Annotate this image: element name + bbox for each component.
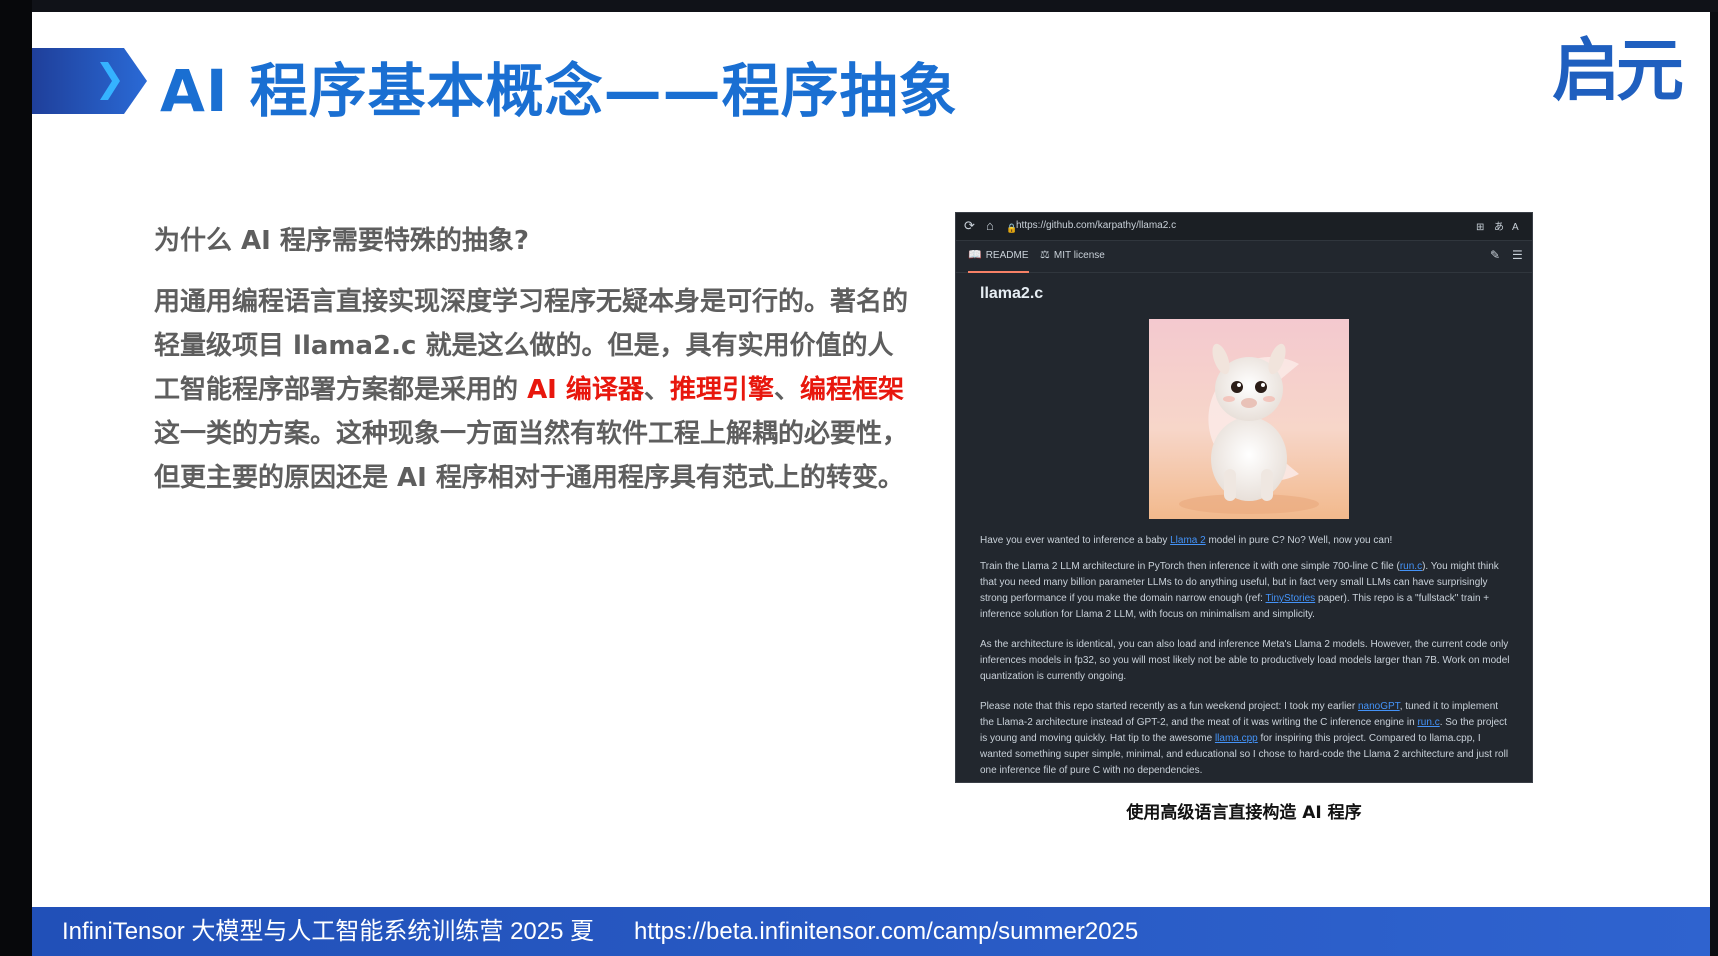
scale-icon: ⚖ (1040, 249, 1050, 261)
logo-text: 启元 (1552, 32, 1684, 111)
tab-readme-label: README (985, 250, 1029, 261)
link-nanogpt[interactable]: nanoGPT (1358, 701, 1400, 712)
tab-mit-license[interactable]: ⚖ MIT license (1040, 240, 1105, 271)
browser-address-bar: ⟳ ⌂ 🔒 https://github.com/karpathy/llama2… (956, 213, 1532, 241)
separator: 、 (773, 375, 800, 405)
footer-bar: InfiniTensor 大模型与人工智能系统训练营 2025 夏 https:… (32, 907, 1710, 956)
logo: 启元 (1552, 32, 1692, 112)
text: Train the Llama 2 LLM architecture in Py… (980, 561, 1400, 572)
top-edge-bar (0, 0, 1718, 12)
readme-paragraph-2: Train the Llama 2 LLM architecture in Py… (980, 559, 1512, 623)
slide-title: AI 程序基本概念——程序抽象 (160, 57, 958, 125)
link-llama-cpp[interactable]: llama.cpp (1215, 733, 1258, 744)
readme-paragraph-3: As the architecture is identical, you ca… (980, 639, 1510, 682)
readme-title: llama2.c (980, 285, 1044, 302)
separator: 、 (643, 375, 670, 405)
book-icon: 📖 (968, 249, 982, 261)
body-paragraph: 用通用编程语言直接实现深度学习程序无疑本身是可行的。著名的轻量级项目 llama… (154, 280, 914, 500)
body-text-part: 这一类的方案。这种现象一方面当然有软件工程上解耦的必要性，但更主要的原因还是 A… (154, 419, 909, 493)
outline-list-icon[interactable]: ☰ (1512, 240, 1523, 271)
reload-icon[interactable]: ⟳ (964, 218, 975, 234)
left-edge-bar (0, 0, 32, 956)
readme-tabs: 📖 README ⚖ MIT license ✎ ☰ (956, 240, 1532, 273)
highlight-programming-framework: 编程框架 (799, 375, 904, 405)
highlight-ai-compiler: AI 编译器 (527, 375, 644, 405)
translate-icon[interactable]: あ (1494, 220, 1504, 236)
tab-readme[interactable]: 📖 README (968, 240, 1029, 273)
highlight-inference-engine: 推理引擎 (669, 375, 774, 405)
edit-icon[interactable]: ✎ (1490, 240, 1500, 271)
tab-license-label: MIT license (1053, 250, 1105, 261)
read-aloud-icon[interactable]: A (1512, 220, 1519, 236)
text: model in pure C? No? Well, now you can! (1205, 535, 1393, 546)
footer-event-name: InfiniTensor 大模型与人工智能系统训练营 2025 夏 (62, 918, 595, 945)
link-run-c[interactable]: run.c (1400, 561, 1422, 572)
figure-caption: 使用高级语言直接构造 AI 程序 (1126, 803, 1362, 823)
question-heading: 为什么 AI 程序需要特殊的抽象? (154, 226, 529, 256)
url-field[interactable]: https://github.com/karpathy/llama2.c (1016, 217, 1476, 235)
footer-url: https://beta.infinitensor.com/camp/summe… (634, 918, 1139, 945)
github-screenshot: ⟳ ⌂ 🔒 https://github.com/karpathy/llama2… (955, 212, 1533, 783)
text: Please note that this repo started recen… (980, 701, 1358, 712)
home-icon[interactable]: ⌂ (986, 218, 994, 234)
link-tinystories[interactable]: TinyStories (1266, 593, 1316, 604)
text: Have you ever wanted to inference a baby (980, 535, 1171, 546)
link-llama2[interactable]: Llama 2 (1170, 535, 1206, 546)
app-install-icon[interactable]: ⊞ (1476, 220, 1484, 236)
readme-paragraph-1: Have you ever wanted to inference a baby… (980, 533, 1512, 549)
link-run-c[interactable]: run.c (1417, 717, 1439, 728)
llama-image (1149, 319, 1349, 519)
title-accent-tab (32, 48, 147, 114)
readme-paragraph-4: Please note that this repo started recen… (980, 699, 1512, 779)
slide: AI 程序基本概念——程序抽象 启元 为什么 AI 程序需要特殊的抽象? 用通用… (32, 12, 1710, 956)
